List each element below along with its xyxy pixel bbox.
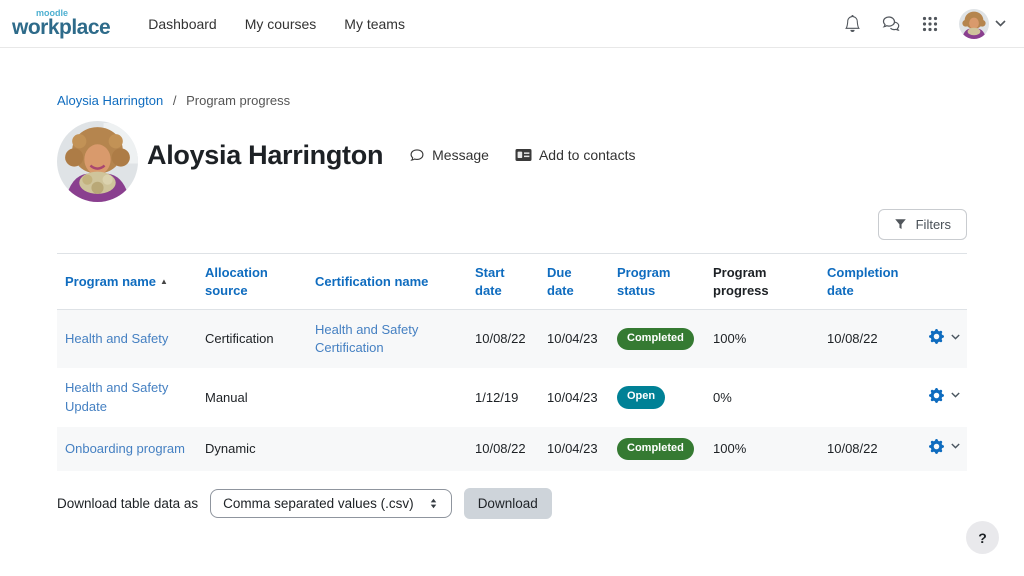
nav-dashboard[interactable]: Dashboard xyxy=(148,16,217,32)
completion-date-cell: 10/08/22 xyxy=(819,310,921,369)
certification-link[interactable]: Health and Safety Certification xyxy=(315,322,418,355)
avatar xyxy=(959,9,989,39)
gear-icon xyxy=(929,439,944,454)
selected-format: Comma separated values (.csv) xyxy=(223,496,414,511)
completion-date-cell: 10/08/22 xyxy=(819,427,921,471)
funnel-icon xyxy=(894,218,907,231)
status-badge: Completed xyxy=(617,328,694,350)
filters-row: Filters xyxy=(57,209,967,240)
due-date-cell: 10/04/23 xyxy=(539,310,609,369)
filters-button[interactable]: Filters xyxy=(878,209,967,240)
program-link[interactable]: Health and Safety Update xyxy=(65,380,168,413)
messages-button[interactable] xyxy=(882,15,901,32)
breadcrumb-current-page: Program progress xyxy=(186,93,290,108)
notifications-button[interactable] xyxy=(844,15,861,32)
add-to-contacts-label: Add to contacts xyxy=(539,147,636,163)
bell-icon xyxy=(844,15,861,32)
breadcrumb: Aloysia Harrington / Program progress xyxy=(57,93,967,108)
allocation-source-cell: Manual xyxy=(197,368,307,426)
download-button[interactable]: Download xyxy=(464,488,552,519)
header-completion-date[interactable]: Completion date xyxy=(819,254,921,310)
download-format-select[interactable]: Comma separated values (.csv) xyxy=(210,489,452,518)
progress-cell: 0% xyxy=(705,368,819,426)
moodle-workplace-logo[interactable]: moodle workplace xyxy=(12,9,110,38)
program-progress-table: Program name ▲ Allocation source Certific… xyxy=(57,253,967,471)
page-title: Aloysia Harrington xyxy=(147,140,383,171)
header-actions xyxy=(921,254,967,310)
gear-icon xyxy=(929,388,944,403)
row-actions-menu[interactable] xyxy=(929,388,960,403)
program-link[interactable]: Onboarding program xyxy=(65,441,185,456)
profile-avatar xyxy=(57,121,138,202)
top-navbar: moodle workplace Dashboard My courses My… xyxy=(0,0,1024,48)
chat-bubbles-icon xyxy=(882,15,901,32)
row-actions-menu[interactable] xyxy=(929,329,960,344)
completion-date-cell xyxy=(819,368,921,426)
progress-cell: 100% xyxy=(705,427,819,471)
table-header-row: Program name ▲ Allocation source Certific… xyxy=(57,254,967,310)
header-program-progress: Program progress xyxy=(705,254,819,310)
chevron-down-icon xyxy=(951,334,960,340)
header-certification-name[interactable]: Certification name xyxy=(307,254,467,310)
select-stepper-icon xyxy=(428,497,439,510)
nav-my-courses[interactable]: My courses xyxy=(245,16,317,32)
profile-name-row: Aloysia Harrington Message Add to contac… xyxy=(147,136,635,174)
table-row: Onboarding program Dynamic 10/08/22 10/0… xyxy=(57,427,967,471)
add-to-contacts-button[interactable]: Add to contacts xyxy=(515,147,636,163)
progress-cell: 100% xyxy=(705,310,819,369)
download-row: Download table data as Comma separated v… xyxy=(57,488,967,519)
start-date-cell: 10/08/22 xyxy=(467,427,539,471)
gear-icon xyxy=(929,329,944,344)
message-button[interactable]: Message xyxy=(409,147,489,163)
breadcrumb-separator: / xyxy=(173,93,177,108)
header-program-name-label: Program name xyxy=(65,274,156,289)
header-program-name[interactable]: Program name ▲ xyxy=(57,254,197,310)
user-menu[interactable] xyxy=(959,9,1006,39)
allocation-source-cell: Certification xyxy=(197,310,307,369)
message-label: Message xyxy=(432,147,489,163)
program-link[interactable]: Health and Safety xyxy=(65,331,168,346)
start-date-cell: 1/12/19 xyxy=(467,368,539,426)
nav-my-teams[interactable]: My teams xyxy=(344,16,405,32)
header-allocation-source[interactable]: Allocation source xyxy=(197,254,307,310)
profile-header: Aloysia Harrington Message Add to contac… xyxy=(57,121,967,202)
table-row: Health and Safety Certification Health a… xyxy=(57,310,967,369)
navbar-right xyxy=(844,9,1006,39)
grid-icon xyxy=(922,16,938,32)
apps-launcher-button[interactable] xyxy=(922,16,938,32)
help-button[interactable]: ? xyxy=(966,521,999,554)
breadcrumb-user-link[interactable]: Aloysia Harrington xyxy=(57,93,163,108)
start-date-cell: 10/08/22 xyxy=(467,310,539,369)
header-program-status[interactable]: Program status xyxy=(609,254,705,310)
logo-workplace-text: workplace xyxy=(12,16,110,39)
primary-nav: Dashboard My courses My teams xyxy=(148,16,405,32)
filters-label: Filters xyxy=(916,217,951,232)
status-badge: Completed xyxy=(617,438,694,460)
row-actions-menu[interactable] xyxy=(929,439,960,454)
speech-bubble-icon xyxy=(409,148,425,163)
table-row: Health and Safety Update Manual 1/12/19 … xyxy=(57,368,967,426)
main-content: Aloysia Harrington / Program progress Al… xyxy=(57,93,967,519)
chevron-down-icon xyxy=(995,20,1006,27)
address-card-icon xyxy=(515,148,532,162)
header-start-date[interactable]: Start date xyxy=(467,254,539,310)
chevron-down-icon xyxy=(951,392,960,398)
due-date-cell: 10/04/23 xyxy=(539,427,609,471)
due-date-cell: 10/04/23 xyxy=(539,368,609,426)
certification-cell xyxy=(307,368,467,426)
download-label: Download table data as xyxy=(57,496,198,511)
sort-asc-icon: ▲ xyxy=(160,277,168,286)
allocation-source-cell: Dynamic xyxy=(197,427,307,471)
certification-cell xyxy=(307,427,467,471)
header-due-date[interactable]: Due date xyxy=(539,254,609,310)
status-badge: Open xyxy=(617,386,665,408)
chevron-down-icon xyxy=(951,443,960,449)
